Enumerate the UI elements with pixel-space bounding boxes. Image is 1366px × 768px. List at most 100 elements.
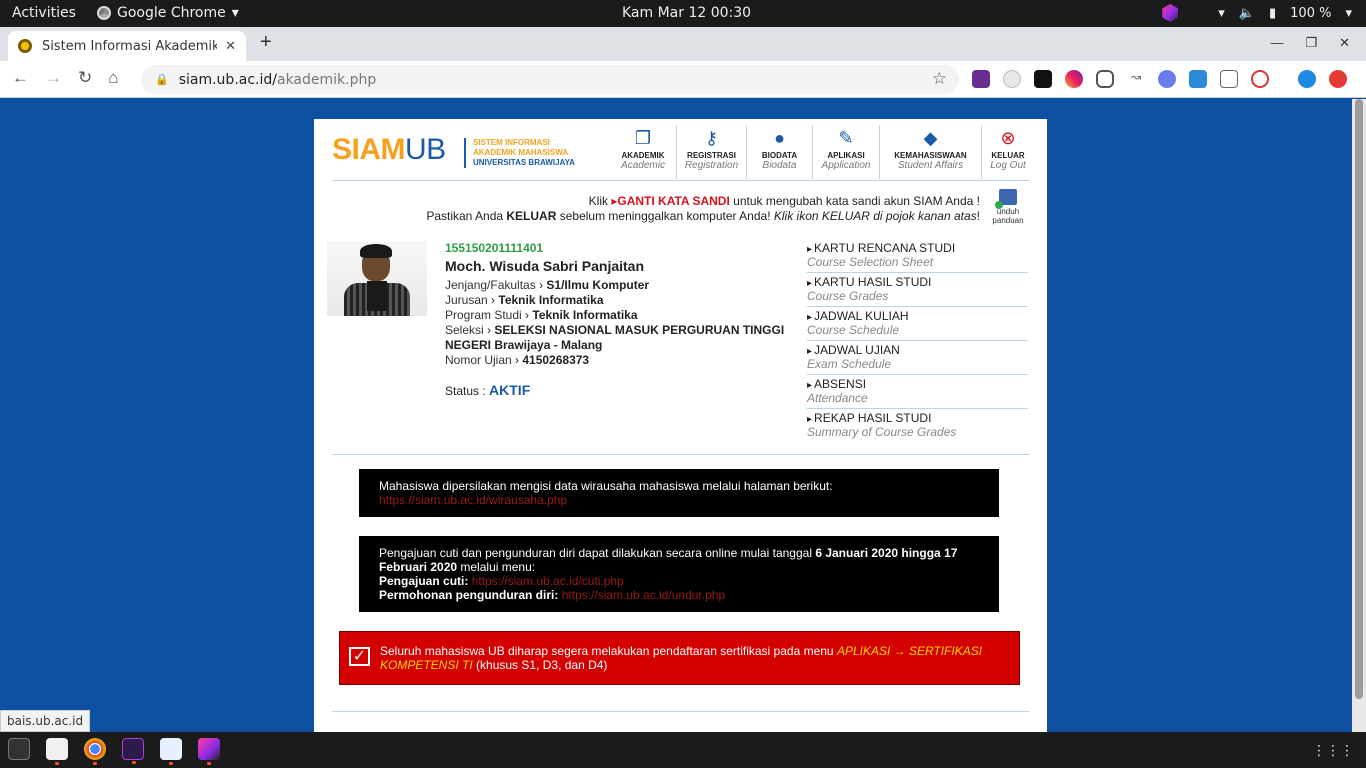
field-label: Nomor Ujian bbox=[445, 353, 512, 367]
forward-icon[interactable]: → bbox=[45, 68, 62, 88]
notice-text: Pastikan Anda bbox=[426, 209, 504, 223]
guide-label: panduan bbox=[992, 216, 1024, 225]
quick-link-jadwal-kuliah[interactable]: JADWAL KULIAHCourse Schedule bbox=[807, 307, 1028, 341]
chrome-icon[interactable] bbox=[84, 738, 106, 765]
profile-row: Jurusan › Teknik Informatika bbox=[445, 293, 604, 307]
quick-link-subtitle: Course Grades bbox=[807, 289, 889, 303]
wirausaha-link[interactable]: https://siam.ub.ac.id/wirausaha.php bbox=[379, 493, 567, 507]
notice: Klik ▸GANTI KATA SANDI untuk mengubah ka… bbox=[344, 194, 980, 224]
key-icon: ⚷ bbox=[704, 128, 719, 148]
announcement-text-part: Pengajuan cuti dan pengunduran diri dapa… bbox=[379, 546, 812, 560]
nav-label-en: Registration bbox=[684, 160, 739, 171]
quick-link-krs[interactable]: KARTU RENCANA STUDICourse Selection Shee… bbox=[807, 239, 1028, 273]
quick-link-absensi[interactable]: ABSENSIAttendance bbox=[807, 375, 1028, 409]
close-window-icon[interactable]: ✕ bbox=[1339, 35, 1350, 51]
link-extension-icon[interactable]: ↝ bbox=[1127, 70, 1145, 88]
nav-registrasi[interactable]: ⚷ REGISTRASI Registration bbox=[677, 125, 747, 179]
lock-icon[interactable]: 🔒 bbox=[155, 73, 169, 86]
nav-label-en: Application bbox=[821, 160, 871, 171]
nav-akademik[interactable]: ❐ AKADEMIK Academic bbox=[610, 125, 677, 179]
download-guide-button[interactable]: unduh panduan bbox=[990, 189, 1026, 225]
field-label: Jurusan bbox=[445, 293, 488, 307]
system-tray[interactable]: ▾ 🔈 ▮ 100 % ▾ bbox=[1162, 4, 1352, 22]
quick-link-khs[interactable]: KARTU HASIL STUDICourse Grades bbox=[807, 273, 1028, 307]
update-extension-icon[interactable] bbox=[1329, 70, 1347, 88]
activities-button[interactable]: Activities bbox=[12, 5, 76, 21]
undur-link[interactable]: https://siam.ub.ac.id/undur.php bbox=[562, 588, 725, 602]
profile-row: Seleksi › SELEKSI NASIONAL MASUK PERGURU… bbox=[445, 323, 785, 352]
cuti-label: Pengajuan cuti: bbox=[379, 574, 469, 588]
address-bar[interactable]: 🔒 siam.ub.ac.id/akademik.php ☆ bbox=[141, 65, 959, 94]
nav-label-en: Log Out bbox=[990, 160, 1026, 171]
check-extension-icon[interactable] bbox=[1158, 70, 1176, 88]
new-tab-button[interactable]: + bbox=[260, 31, 272, 54]
nav-biodata[interactable]: ● BIODATA Biodata bbox=[747, 125, 813, 179]
terminal-icon[interactable] bbox=[8, 738, 30, 760]
font-extension-icon[interactable] bbox=[1189, 70, 1207, 88]
instagram-extension-icon[interactable] bbox=[1065, 70, 1083, 88]
ganti-kata-sandi-link[interactable]: ▸GANTI KATA SANDI bbox=[611, 194, 729, 208]
jetbrains-extension-icon[interactable] bbox=[1034, 70, 1052, 88]
notice-text: untuk mengubah kata sandi akun SIAM Anda… bbox=[733, 194, 980, 208]
info-extension-icon[interactable] bbox=[1298, 70, 1316, 88]
quick-link-jadwal-ujian[interactable]: JADWAL UJIANExam Schedule bbox=[807, 341, 1028, 375]
cuti-announcement: Pengajuan cuti dan pengunduran diri dapa… bbox=[359, 536, 999, 612]
tab-strip: Sistem Informasi Akademik ✕ + — ❐ ✕ bbox=[0, 27, 1366, 61]
quick-link-subtitle: Course Selection Sheet bbox=[807, 255, 934, 269]
restore-icon[interactable]: ❐ bbox=[1305, 35, 1317, 51]
extensions-bar: ↝ bbox=[972, 70, 1347, 88]
nav-kemahasiswaan[interactable]: ◆ KEMAHASISWAAN Student Affairs bbox=[880, 125, 982, 179]
bookmark-star-icon[interactable]: ☆ bbox=[932, 69, 947, 89]
nav-keluar[interactable]: ⊗ KELUAR Log Out bbox=[982, 125, 1034, 179]
undur-row: Permohonan pengunduran diri: https://sia… bbox=[379, 588, 979, 602]
chevron-down-icon: ▾ bbox=[231, 5, 239, 21]
siam-page: SIAMUB SISTEM INFORMASI AKADEMIK MAHASIS… bbox=[314, 119, 1047, 732]
app-indicator-icon[interactable] bbox=[1162, 4, 1179, 22]
notice-text: Klik bbox=[588, 194, 608, 208]
home-icon[interactable]: ⌂ bbox=[108, 68, 118, 88]
extension-icon[interactable] bbox=[972, 70, 990, 88]
tab-title: Sistem Informasi Akademik bbox=[41, 38, 218, 54]
na-extension-icon[interactable] bbox=[1220, 70, 1238, 88]
book-download-icon bbox=[995, 189, 1017, 209]
clock[interactable]: Kam Mar 12 00:30 bbox=[622, 5, 751, 21]
back-icon[interactable]: ← bbox=[12, 68, 29, 88]
siam-logo[interactable]: SIAMUB SISTEM INFORMASI AKADEMIK MAHASIS… bbox=[332, 133, 575, 168]
battery-icon: ▮ bbox=[1269, 5, 1277, 21]
phpstorm-icon[interactable] bbox=[122, 738, 144, 764]
reload-icon[interactable]: ↻ bbox=[78, 68, 92, 88]
nav-label: APLIKASI bbox=[827, 151, 865, 160]
chat-extension-icon[interactable] bbox=[1096, 70, 1114, 88]
nav-label-en: Academic bbox=[621, 160, 665, 171]
field-value: 4150268373 bbox=[522, 353, 590, 367]
url-path: akademik.php bbox=[276, 71, 377, 88]
show-apps-icon[interactable]: ⋮⋮⋮ bbox=[1312, 742, 1354, 759]
student-nim: 155150201111401 bbox=[445, 241, 544, 255]
field-label: Program Studi bbox=[445, 308, 522, 322]
minimize-icon[interactable]: — bbox=[1270, 35, 1283, 51]
taskbar: ⋮⋮⋮ bbox=[0, 732, 1366, 768]
quick-link-rekap[interactable]: REKAP HASIL STUDISummary of Course Grade… bbox=[807, 409, 1028, 443]
cuti-link[interactable]: https://siam.ub.ac.id/cuti.php bbox=[472, 574, 624, 588]
files-icon[interactable] bbox=[46, 738, 68, 765]
power-extension-icon[interactable] bbox=[1251, 70, 1269, 88]
scrollbar-thumb[interactable] bbox=[1355, 99, 1363, 699]
text-editor-icon[interactable] bbox=[160, 738, 182, 765]
announcement-text: Mahasiswa dipersilakan mengisi data wira… bbox=[379, 479, 833, 493]
field-label: Jenjang/Fakultas bbox=[445, 278, 536, 292]
close-tab-icon[interactable]: ✕ bbox=[225, 38, 236, 54]
jetbrains-toolbox-icon[interactable] bbox=[198, 738, 220, 765]
main-nav: ❐ AKADEMIK Academic ⚷ REGISTRASI Registr… bbox=[610, 125, 1034, 179]
extension-icon[interactable] bbox=[1003, 70, 1021, 88]
divider bbox=[332, 180, 1029, 181]
scrollbar[interactable] bbox=[1352, 99, 1366, 732]
browser-tab[interactable]: Sistem Informasi Akademik ✕ bbox=[8, 31, 246, 61]
quick-link-title: JADWAL KULIAH bbox=[807, 309, 1028, 323]
quick-link-title: REKAP HASIL STUDI bbox=[807, 411, 1028, 425]
volume-icon: 🔈 bbox=[1238, 5, 1255, 21]
nav-aplikasi[interactable]: ✎ APLIKASI Application bbox=[813, 125, 880, 179]
app-menu[interactable]: Google Chrome ▾ bbox=[97, 5, 239, 21]
nav-label-en: Student Affairs bbox=[897, 160, 964, 171]
field-value: SELEKSI NASIONAL MASUK PERGURUAN TINGGI … bbox=[445, 323, 785, 352]
notice-keluar: KELUAR bbox=[506, 209, 557, 223]
